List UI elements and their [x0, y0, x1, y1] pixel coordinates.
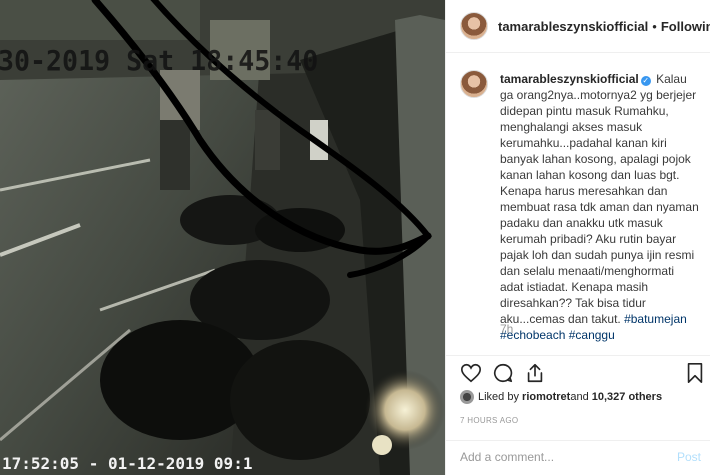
- caption-age[interactable]: 7h: [500, 322, 513, 336]
- verified-badge-icon: ✓: [640, 76, 651, 86]
- comment-icon[interactable]: [492, 362, 514, 389]
- following-button[interactable]: Following: [661, 19, 710, 34]
- post-timestamp[interactable]: 7 HOURS AGO: [460, 416, 518, 425]
- comment-input[interactable]: [460, 450, 660, 464]
- likes-count[interactable]: 10,327 others: [592, 391, 662, 403]
- post-media[interactable]: 30-2019 Sat 18:45:40 17:52:05 - 01-12-20…: [0, 0, 445, 475]
- cctv-timestamp-bottom: 17:52:05 - 01-12-2019 09:1: [2, 454, 253, 473]
- avatar[interactable]: [460, 12, 488, 40]
- likes-middle: and: [570, 391, 589, 403]
- liker-avatar[interactable]: [460, 390, 474, 404]
- hashtag-link[interactable]: #canggu: [569, 328, 615, 342]
- likes-summary: Liked by riomotret and 10,327 others: [460, 390, 662, 404]
- liker-username[interactable]: riomotret: [522, 391, 570, 403]
- comment-box: Post: [446, 440, 710, 475]
- caption-username[interactable]: tamarableszynskiofficial: [500, 72, 639, 86]
- header-separator: •: [652, 18, 657, 34]
- bookmark-icon[interactable]: [685, 362, 705, 389]
- share-icon[interactable]: [524, 362, 546, 389]
- post-comment-button[interactable]: Post: [677, 450, 701, 464]
- header-username[interactable]: tamarableszynskiofficial: [498, 19, 648, 34]
- post-header: tamarableszynskiofficial • Following: [446, 0, 710, 53]
- cctv-timestamp-top: 30-2019 Sat 18:45:40: [0, 44, 319, 77]
- likes-prefix: Liked by: [478, 391, 519, 403]
- post-side-panel: tamarableszynskiofficial • Following tam…: [445, 0, 710, 475]
- action-bar: [446, 355, 710, 390]
- hashtag-link[interactable]: #batumejan: [624, 312, 687, 326]
- caption-text: tamarableszynskiofficial ✓ Kalau ga orang…: [500, 71, 700, 343]
- heart-icon[interactable]: [460, 362, 482, 389]
- caption-avatar[interactable]: [460, 70, 488, 98]
- caption-body: Kalau ga orang2nya..motornya2 yg berjeje…: [500, 72, 699, 326]
